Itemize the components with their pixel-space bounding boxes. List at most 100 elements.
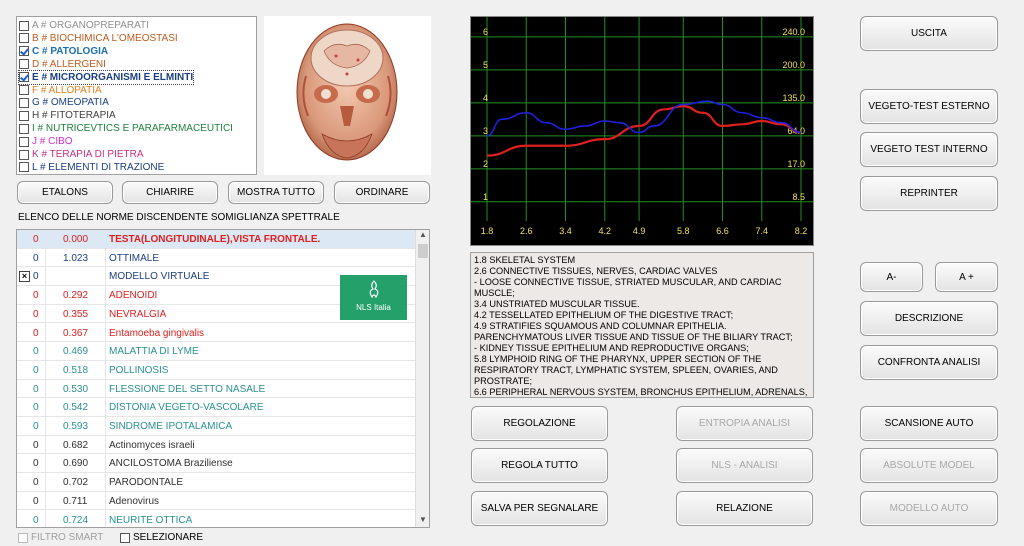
category-checkbox[interactable] — [19, 110, 29, 121]
category-item[interactable]: A # ORGANOPREPARATI — [19, 19, 149, 32]
regolazione-button[interactable]: REGOLAZIONE — [471, 406, 608, 441]
x-tick-label: 8.2 — [795, 226, 808, 236]
font-increase-button[interactable]: A + — [935, 262, 998, 292]
table-row[interactable]: 0 0.593 SINDROME IPOTALAMICA — [17, 417, 415, 436]
category-checkbox[interactable] — [19, 123, 29, 134]
vegeto-test-esterno-button[interactable]: VEGETO-TEST ESTERNO — [860, 89, 998, 124]
table-row[interactable]: 0 0.724 NEURITE OTTICA — [17, 511, 415, 528]
category-checkbox[interactable] — [19, 46, 29, 57]
table-row[interactable]: 0 0.000 TESTA(LONGITUDINALE),VISTA FRONTAL… — [17, 230, 415, 249]
mostra-tutto-button[interactable]: MOSTRA TUTTO — [228, 181, 324, 204]
x-tick-label: 7.4 — [755, 226, 768, 236]
row-name: OTTIMALE — [109, 252, 160, 264]
salva-per-segnalare-button[interactable]: SALVA PER SEGNALARE — [471, 491, 608, 526]
row-mark[interactable]: × — [19, 271, 30, 283]
table-row[interactable]: 0 0.469 MALATTIA DI LYME — [17, 342, 415, 361]
confronta-analisi-button[interactable]: CONFRONTA ANALISI — [860, 345, 998, 380]
category-checkbox[interactable] — [19, 72, 29, 83]
scroll-down-icon[interactable]: ▼ — [416, 515, 429, 527]
row-count: 0 — [33, 327, 39, 339]
table-row[interactable]: 0 0.542 DISTONIA VEGETO-VASCOLARE — [17, 398, 415, 417]
category-label: H # FITOTERAPIA — [32, 110, 116, 122]
category-checkbox[interactable] — [19, 97, 29, 108]
scroll-thumb[interactable] — [418, 244, 428, 258]
category-item[interactable]: F # ALLOPATIA — [19, 84, 102, 97]
modello-auto-button[interactable]: MODELLO AUTO — [860, 491, 998, 526]
row-value: 0.542 — [63, 402, 89, 414]
etalons-button[interactable]: ETALONS — [17, 181, 113, 204]
etalon-list[interactable]: 0 0.000 TESTA(LONGITUDINALE),VISTA FRONTAL… — [16, 229, 430, 528]
category-label: L # ELEMENTI DI TRAZIONE — [32, 161, 165, 173]
y-left-tick-label: 2 — [483, 159, 488, 169]
selezionare-checkbox[interactable]: SELEZIONARE — [120, 532, 203, 543]
entropia-analisi-button[interactable]: ENTROPIA ANALISI — [676, 406, 813, 441]
row-name: FLESSIONE DEL SETTO NASALE — [109, 383, 266, 395]
ordinare-button[interactable]: ORDINARE — [334, 181, 430, 204]
vegeto-test-interno-button[interactable]: VEGETO TEST INTERNO — [860, 132, 998, 167]
row-value: 0.530 — [63, 383, 89, 395]
descrizione-button[interactable]: DESCRIZIONE — [860, 301, 998, 336]
category-item[interactable]: D # ALLERGENI — [19, 58, 106, 71]
category-item[interactable]: L # ELEMENTI DI TRAZIONE — [19, 161, 164, 174]
row-name: PARODONTALE — [109, 477, 184, 489]
category-checkbox[interactable] — [19, 136, 29, 147]
category-label: A # ORGANOPREPARATI — [32, 20, 149, 31]
table-row[interactable]: 0 1.023 OTTIMALE — [17, 249, 415, 268]
row-name: Adenovirus — [109, 495, 160, 507]
category-checkbox[interactable] — [19, 33, 29, 44]
category-checkbox[interactable] — [19, 59, 29, 70]
description-line: - KIDNEY TISSUE EPITHELIUM AND REPRODUCT… — [474, 343, 749, 353]
absolute-model-button[interactable]: ABSOLUTE MODEL — [860, 448, 998, 483]
row-value: 0.711 — [63, 495, 88, 507]
scansione-auto-button[interactable]: SCANSIONE AUTO — [860, 406, 998, 441]
relazione-button[interactable]: RELAZIONE — [676, 491, 813, 526]
filtro-smart-checkbox[interactable]: FILTRO SMART — [18, 532, 103, 543]
row-name: ANCILOSTOMA Braziliense — [109, 458, 233, 470]
row-name: MALATTIA DI LYME — [109, 346, 199, 358]
category-item[interactable]: H # FITOTERAPIA — [19, 109, 116, 122]
table-row[interactable]: 0 0.711 Adenovirus — [17, 492, 415, 511]
font-decrease-button[interactable]: A- — [860, 262, 923, 292]
x-tick-label: 4.9 — [633, 226, 646, 236]
y-left-tick-label: 3 — [483, 126, 488, 136]
uscita-button[interactable]: USCITA — [860, 16, 998, 51]
row-count: 0 — [33, 421, 39, 432]
y-right-tick-label: 200.0 — [782, 60, 805, 70]
row-count: 0 — [33, 271, 39, 283]
nls-italia-logo: NLS Italia — [340, 275, 407, 320]
category-checkbox[interactable] — [19, 20, 29, 31]
category-checkbox[interactable] — [19, 162, 29, 173]
table-row[interactable]: 0 0.682 Actinomyces israeli — [17, 436, 415, 455]
chiarire-button[interactable]: CHIARIRE — [122, 181, 218, 204]
table-row[interactable]: 0 0.702 PARODONTALE — [17, 473, 415, 492]
spectral-chart: 1.8 2.6 3.4 4.2 4.9 5.8 6.6 7.4 8.2 6 5 4 3 2 1 240.0 20… — [470, 16, 814, 246]
table-row[interactable]: 0 0.690 ANCILOSTOMA Braziliense — [17, 454, 415, 474]
list-heading: ELENCO DELLE NORME DISCENDENTE SOMIGLIAN… — [18, 212, 340, 223]
description-line: - LOOSE CONNECTIVE TISSUE, STRIATED MUSC… — [474, 277, 782, 298]
category-item[interactable]: J # CIBO — [19, 135, 73, 148]
regola-tutto-button[interactable]: REGOLA TUTTO — [471, 448, 608, 483]
category-checkbox[interactable] — [19, 149, 29, 160]
reprinter-button[interactable]: REPRINTER — [860, 176, 998, 211]
table-row[interactable]: 0 0.530 FLESSIONE DEL SETTO NASALE — [17, 380, 415, 399]
table-row[interactable]: 0 0.367 Entamoeba gingivalis — [17, 324, 415, 343]
y-right-tick-label: 240.0 — [782, 27, 805, 37]
scroll-up-icon[interactable]: ▲ — [416, 230, 429, 242]
category-list[interactable]: A # ORGANOPREPARATI B # BIOCHIMICA L'OMEO… — [16, 16, 257, 175]
row-count: 0 — [33, 402, 39, 414]
row-count: 0 — [33, 346, 39, 358]
row-value: 0.690 — [63, 458, 89, 470]
nls-analisi-button[interactable]: NLS - ANALISI — [676, 448, 813, 483]
category-item[interactable]: K # TERAPIA DI PIETRA — [19, 148, 144, 161]
category-item[interactable]: B # BIOCHIMICA L'OMEOSTASI — [19, 32, 178, 45]
description-line: 3.4 UNSTRIATED MUSCULAR TISSUE. — [474, 299, 640, 309]
list-scrollbar[interactable]: ▲ ▼ — [415, 230, 429, 527]
table-row[interactable]: 0 0.518 POLLINOSIS — [17, 361, 415, 380]
y-left-tick-label: 5 — [483, 60, 488, 70]
category-checkbox[interactable] — [19, 85, 29, 95]
category-item[interactable]: C # PATOLOGIA — [19, 45, 108, 58]
category-item[interactable]: E # MICROORGANISMI E ELMINTI — [17, 69, 195, 85]
category-item[interactable]: I # NUTRICEVTICS E PARAFARMACEUTICI — [19, 122, 233, 135]
category-label: J # CIBO — [32, 136, 73, 148]
category-item[interactable]: G # OMEOPATIA — [19, 96, 109, 109]
